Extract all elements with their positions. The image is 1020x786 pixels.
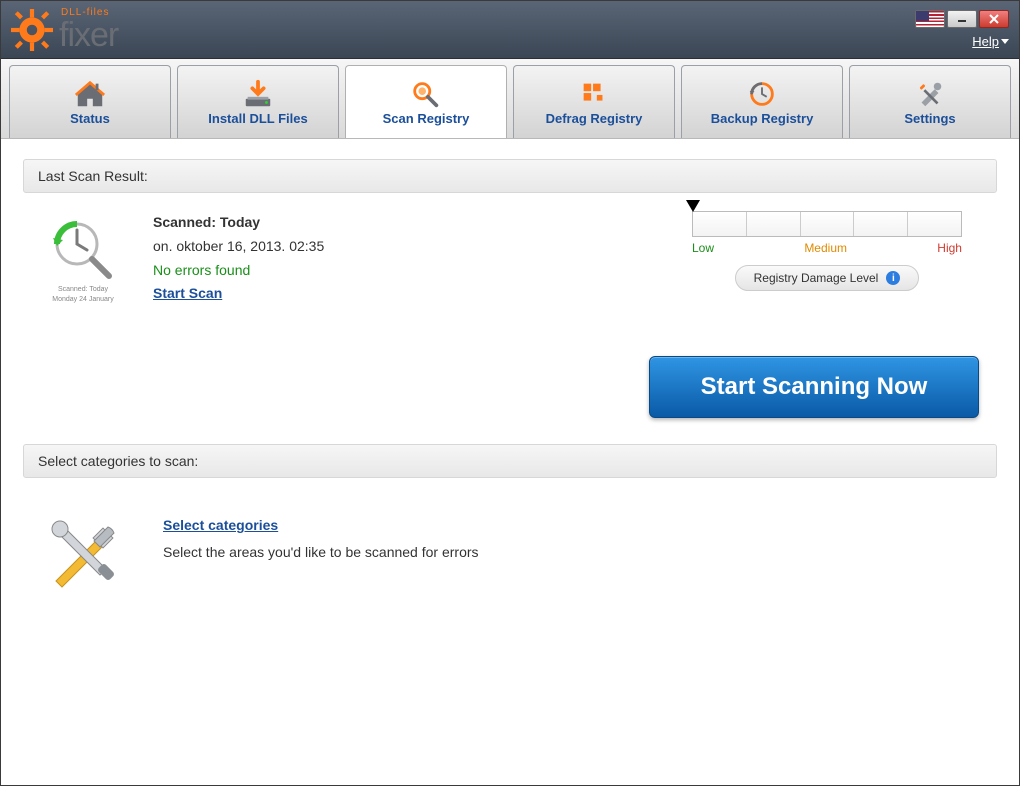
tab-label: Backup Registry	[711, 111, 814, 126]
titlebar: DLL-files fixer Help	[1, 1, 1019, 59]
language-flag-button[interactable]	[915, 10, 945, 28]
tab-label: Scan Registry	[383, 111, 470, 126]
tab-scan-registry[interactable]: Scan Registry	[345, 65, 507, 138]
meter-label-medium: Medium	[804, 241, 847, 255]
start-scan-link[interactable]: Start Scan	[153, 285, 222, 301]
info-icon[interactable]: i	[886, 271, 900, 285]
clock-arrow-icon	[746, 79, 778, 109]
minimize-button[interactable]	[947, 10, 977, 28]
tab-label: Install DLL Files	[208, 111, 307, 126]
tab-bar: Status Install DLL Files Scan Registry D…	[1, 59, 1019, 139]
icon-caption-2: Monday 24 January	[52, 296, 113, 304]
tab-label: Defrag Registry	[546, 111, 643, 126]
damage-meter: Low Medium High	[692, 211, 962, 255]
window-controls	[915, 10, 1009, 28]
tab-settings[interactable]: Settings	[849, 65, 1011, 138]
tab-defrag-registry[interactable]: Defrag Registry	[513, 65, 675, 138]
damage-level-pill: Registry Damage Level i	[735, 265, 920, 291]
meter-label-high: High	[937, 241, 962, 255]
categories-icon	[33, 506, 133, 601]
tools-icon	[914, 79, 946, 109]
tab-install-dll[interactable]: Install DLL Files	[177, 65, 339, 138]
categories-header: Select categories to scan:	[23, 444, 997, 478]
scan-status: No errors found	[153, 259, 324, 283]
last-scan-icon: Scanned: Today Monday 24 January	[33, 211, 133, 306]
select-categories-link[interactable]: Select categories	[163, 517, 278, 533]
chevron-down-icon	[1001, 39, 1009, 44]
damage-level-label: Registry Damage Level	[754, 271, 879, 285]
gear-icon	[11, 9, 53, 51]
house-icon	[74, 79, 106, 109]
meter-pointer-icon	[686, 200, 700, 212]
meter-label-low: Low	[692, 241, 714, 255]
tab-status[interactable]: Status	[9, 65, 171, 138]
scan-timestamp: on. oktober 16, 2013. 02:35	[153, 235, 324, 259]
help-menu[interactable]: Help	[972, 34, 999, 49]
close-button[interactable]	[979, 10, 1009, 28]
app-window: DLL-files fixer Help	[0, 0, 1020, 786]
tab-label: Status	[70, 111, 110, 126]
main-content: Last Scan Result: Scanned: Today Monday …	[1, 139, 1019, 785]
icon-caption-1: Scanned: Today	[58, 286, 108, 294]
brand-title: fixer	[59, 18, 118, 52]
scan-title: Scanned: Today	[153, 211, 324, 235]
categories-description: Select the areas you'd like to be scanne…	[163, 539, 479, 566]
tab-backup-registry[interactable]: Backup Registry	[681, 65, 843, 138]
last-scan-header: Last Scan Result:	[23, 159, 997, 193]
start-scanning-button[interactable]: Start Scanning Now	[649, 356, 979, 418]
tab-label: Settings	[904, 111, 955, 126]
magnifier-icon	[410, 79, 442, 109]
brand: DLL-files fixer	[11, 8, 118, 52]
download-drive-icon	[242, 79, 274, 109]
blocks-icon	[578, 79, 610, 109]
